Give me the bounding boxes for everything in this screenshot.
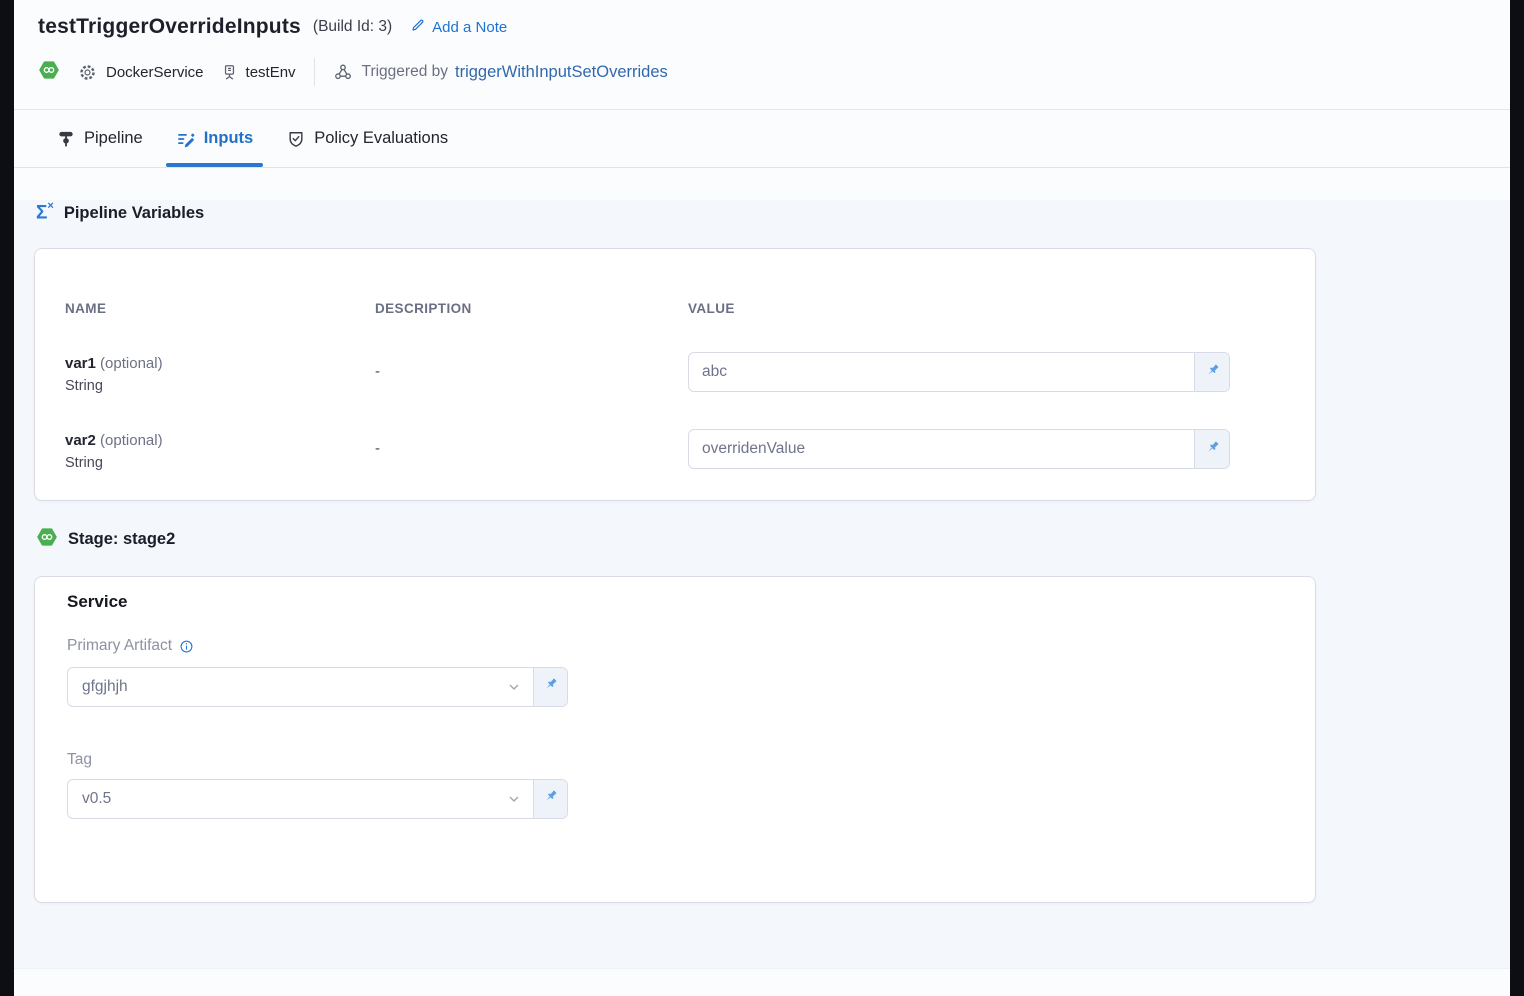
variable-description: -: [375, 430, 688, 457]
stage-heading: Stage: stage2: [36, 526, 1510, 552]
environment-icon: [220, 63, 239, 82]
variable-name: var2: [65, 432, 96, 449]
table-row: var2 (optional) String - overridenValue: [65, 430, 1230, 474]
variable-type: String: [65, 452, 375, 474]
variable-type: String: [65, 375, 375, 397]
pin-button[interactable]: [533, 668, 567, 706]
primary-artifact-select[interactable]: gfgjhjh: [67, 667, 568, 707]
pin-button[interactable]: [533, 780, 567, 818]
right-edge-strip: [1510, 0, 1524, 996]
execution-tabbar: Pipeline Inputs: [14, 110, 1510, 168]
table-row: var1 (optional) String - abc: [65, 353, 1230, 397]
screen: testTriggerOverrideInputs (Build Id: 3) …: [0, 0, 1524, 996]
variable-optional-label: (optional): [100, 432, 163, 449]
footer-band: [14, 968, 1510, 996]
title-row: testTriggerOverrideInputs (Build Id: 3) …: [38, 12, 1510, 42]
chevron-down-icon: [495, 668, 533, 706]
tag-value: v0.5: [68, 780, 495, 818]
service-heading: Service: [67, 592, 128, 612]
policy-shield-icon: [286, 129, 306, 149]
inputs-tab-content: Σ× Pipeline Variables NAME DESCRIPTION V…: [14, 200, 1510, 996]
left-edge-strip: [0, 0, 14, 996]
info-icon[interactable]: [179, 639, 194, 654]
triggered-by-label: Triggered by: [362, 63, 448, 81]
tab-inputs[interactable]: Inputs: [166, 110, 264, 167]
column-header-value: VALUE: [688, 301, 1230, 316]
variable-description: -: [375, 353, 688, 380]
tab-pipeline-label: Pipeline: [84, 129, 143, 148]
tag-label: Tag: [67, 751, 92, 769]
stage-title: Stage: stage2: [68, 530, 175, 549]
pin-icon: [542, 676, 559, 698]
column-header-description: DESCRIPTION: [375, 301, 688, 316]
pencil-icon: [410, 17, 426, 37]
tab-policy-evaluations-label: Policy Evaluations: [314, 129, 448, 148]
trigger-name-link[interactable]: triggerWithInputSetOverrides: [455, 63, 668, 82]
variable-name: var1: [65, 355, 96, 372]
tag-label-row: Tag: [67, 751, 92, 769]
gear-icon: [78, 63, 97, 82]
stage-service-card: Service Primary Artifact gfgjhjh: [34, 576, 1316, 903]
pipeline-variables-title: Pipeline Variables: [64, 204, 204, 223]
variable-value-text: abc: [689, 353, 1194, 391]
tab-pipeline[interactable]: Pipeline: [46, 110, 153, 167]
variable-value-input[interactable]: overridenValue: [688, 429, 1230, 469]
variable-optional-label: (optional): [100, 355, 163, 372]
harness-stage-icon: [36, 526, 58, 553]
pin-button[interactable]: [1194, 430, 1229, 468]
variables-table-header: NAME DESCRIPTION VALUE: [65, 301, 1230, 316]
pin-icon: [1204, 362, 1221, 382]
add-note-label: Add a Note: [432, 19, 507, 36]
column-header-name: NAME: [65, 301, 375, 316]
pipeline-variables-heading: Σ× Pipeline Variables: [36, 200, 1510, 226]
sigma-variables-icon: Σ×: [36, 203, 54, 222]
tag-select[interactable]: v0.5: [67, 779, 568, 819]
primary-artifact-label-row: Primary Artifact: [67, 637, 194, 655]
primary-artifact-value: gfgjhjh: [68, 668, 495, 706]
tab-inputs-label: Inputs: [204, 129, 254, 148]
variable-value-text: overridenValue: [689, 430, 1194, 468]
inputs-icon: [176, 129, 196, 149]
service-name: DockerService: [106, 64, 204, 81]
pin-icon: [542, 788, 559, 810]
trigger-icon: [333, 62, 353, 82]
tab-policy-evaluations[interactable]: Policy Evaluations: [276, 110, 458, 167]
pin-icon: [1204, 439, 1221, 459]
environment-name: testEnv: [246, 64, 296, 81]
build-id: (Build Id: 3): [313, 18, 392, 36]
pin-button[interactable]: [1194, 353, 1229, 391]
pipeline-icon: [56, 129, 76, 149]
add-note-link[interactable]: Add a Note: [410, 17, 507, 37]
primary-artifact-label: Primary Artifact: [67, 637, 172, 655]
variable-value-input[interactable]: abc: [688, 352, 1230, 392]
chevron-down-icon: [495, 780, 533, 818]
variable-name-cell: var1 (optional) String: [65, 353, 375, 397]
pipeline-variables-card: NAME DESCRIPTION VALUE var1 (optional) S…: [34, 248, 1316, 501]
harness-stage-icon: [38, 59, 60, 86]
execution-header: testTriggerOverrideInputs (Build Id: 3) …: [14, 0, 1510, 110]
execution-meta-row: DockerService testEnv: [38, 59, 1510, 85]
execution-page: testTriggerOverrideInputs (Build Id: 3) …: [14, 0, 1510, 996]
meta-divider: [314, 58, 315, 86]
page-title: testTriggerOverrideInputs: [38, 15, 301, 39]
variable-name-cell: var2 (optional) String: [65, 430, 375, 474]
